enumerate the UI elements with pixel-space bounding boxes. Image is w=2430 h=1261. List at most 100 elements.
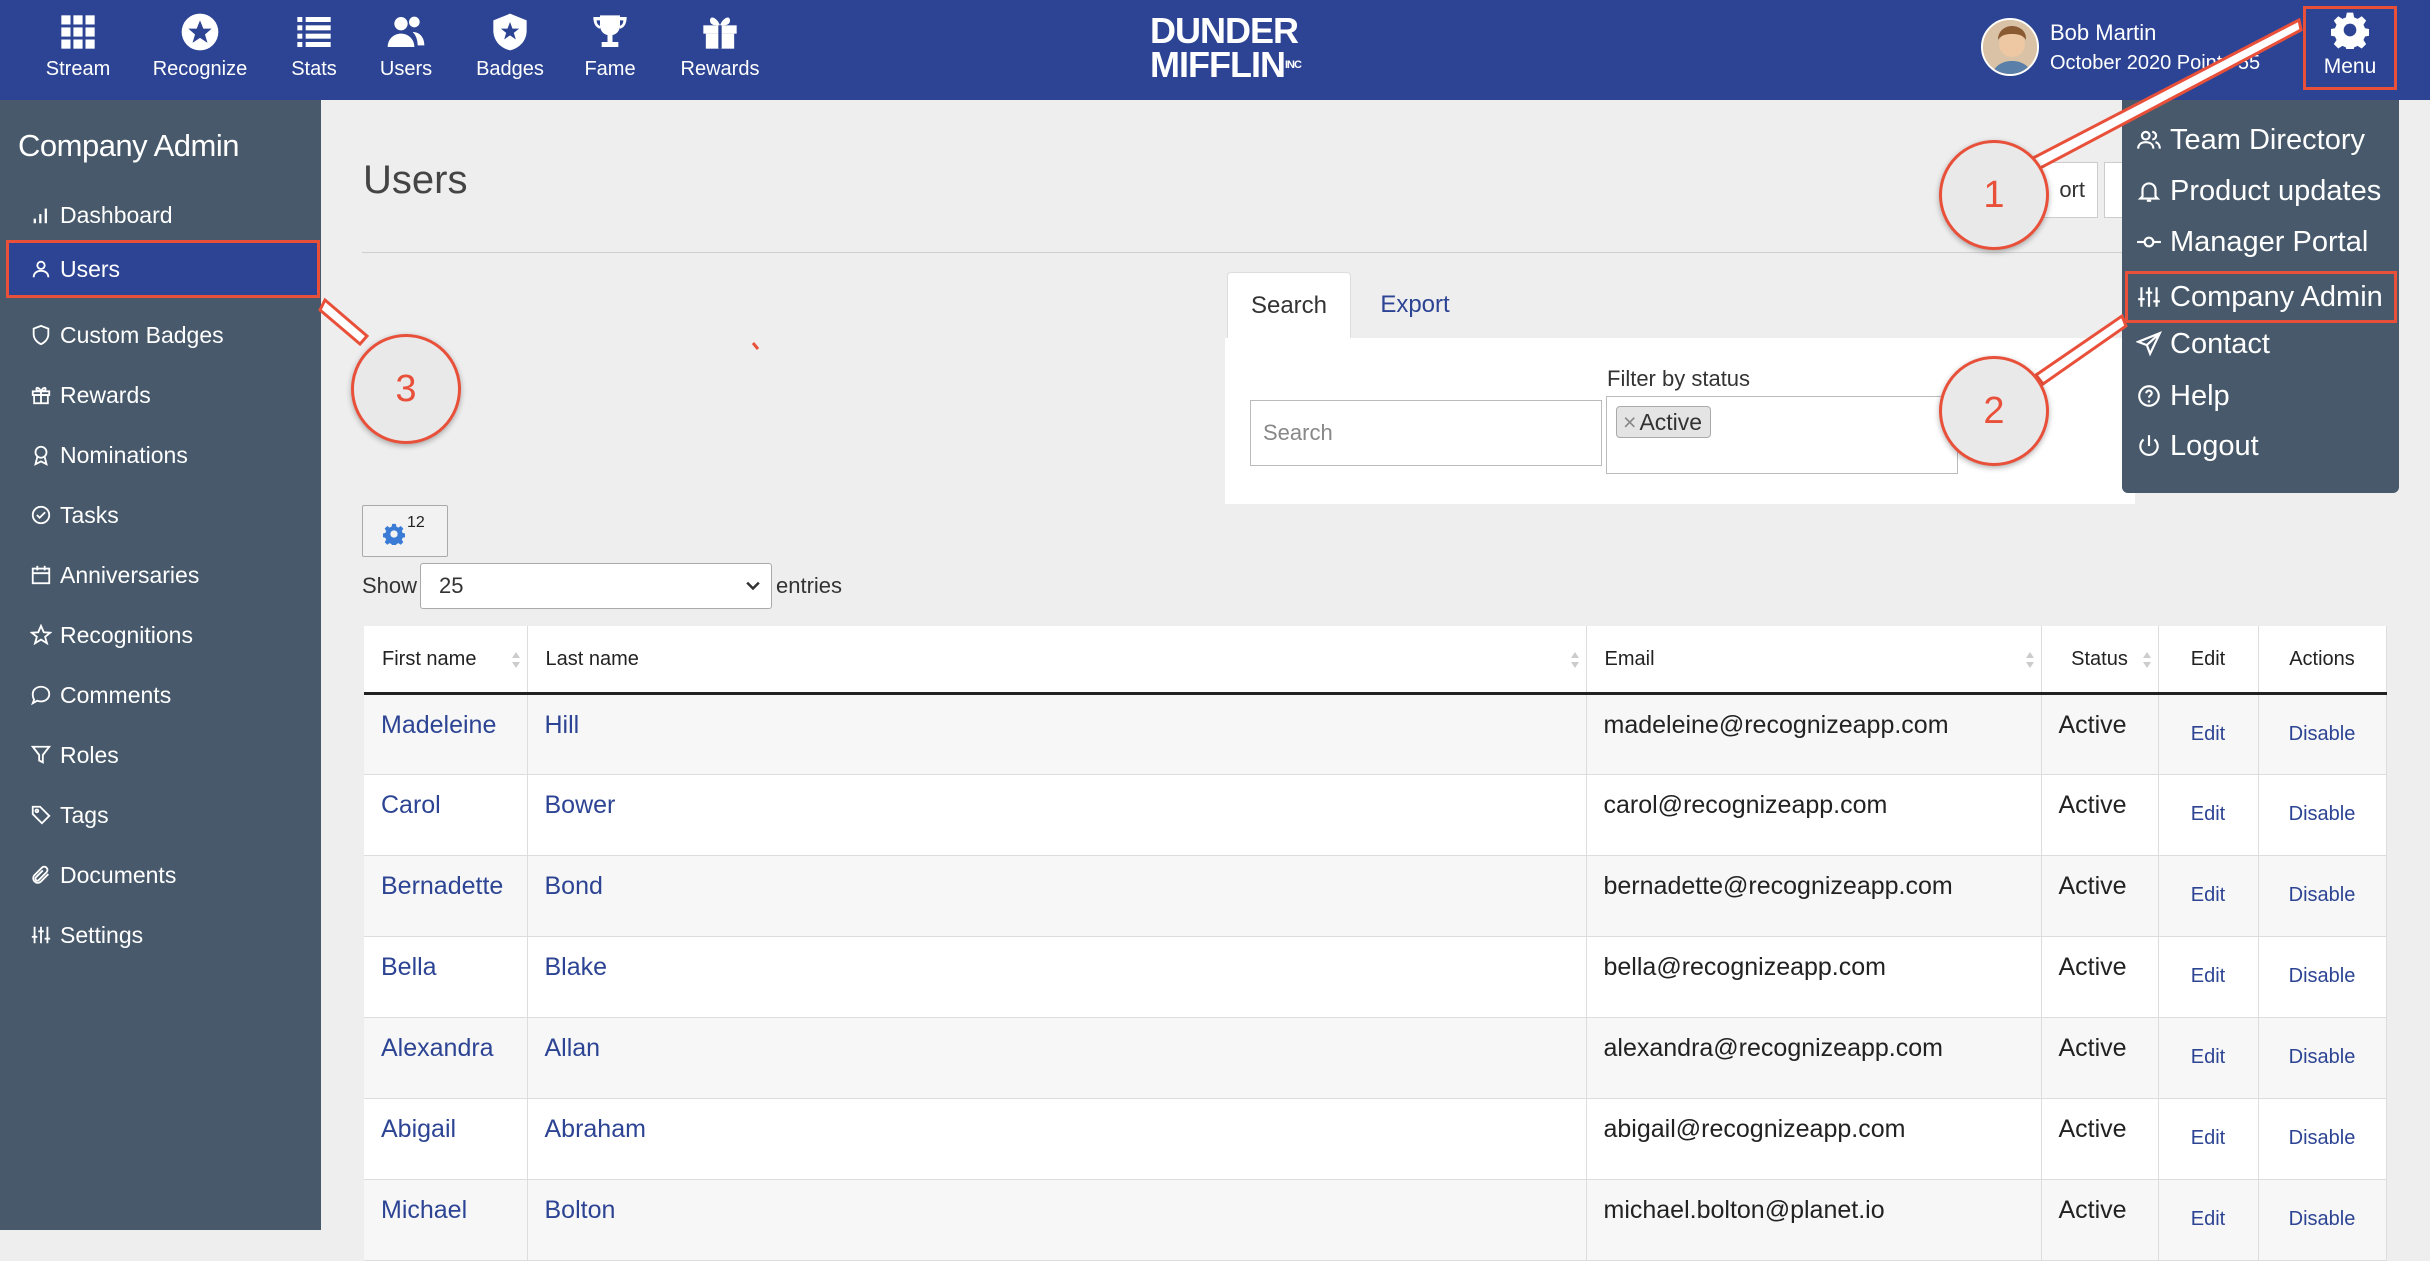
sidebar-item-documents[interactable]: Documents [6,846,320,904]
company-logo[interactable]: DUNDER MIFFLININC [1150,13,1302,83]
nav-recognize-label: Recognize [152,58,248,80]
disable-link[interactable]: Disable [2258,936,2387,1018]
header-status[interactable]: Status [2041,626,2159,695]
filter-chip-active[interactable]: × Active [1616,406,1712,438]
cell-first-name[interactable]: Alexandra [364,1017,528,1099]
edit-link[interactable]: Edit [2158,1098,2259,1180]
tab-export[interactable]: Export [1357,272,1473,338]
cell-last-name[interactable]: Allan [527,1017,1587,1099]
stray-mark [751,342,760,350]
nav-rewards[interactable]: Rewards [675,12,765,92]
cell-last-name[interactable]: Abraham [527,1098,1587,1180]
cell-last-name[interactable]: Bolton [527,1179,1587,1261]
sidebar-item-recognitions[interactable]: Recognitions [6,606,320,664]
avatar[interactable] [1981,18,2039,76]
cell-status: Active [2041,1098,2159,1180]
top-navigation-bar: Stream Recognize Stats Users Badges Fame… [0,0,2430,100]
cell-first-name[interactable]: Carol [364,774,528,856]
sidebar-item-tags[interactable]: Tags [6,786,320,844]
nav-stream[interactable]: Stream [40,12,116,92]
header-actions: Actions [2258,626,2387,695]
nav-recognize[interactable]: Recognize [150,12,250,92]
disable-link[interactable]: Disable [2258,1017,2387,1099]
menu-item-company-admin[interactable]: Company Admin [2125,271,2397,323]
edit-link[interactable]: Edit [2158,693,2259,775]
nav-badges[interactable]: Badges [470,12,550,92]
menu-button[interactable]: Menu [2303,6,2397,90]
sidebar-item-settings[interactable]: Settings [6,906,320,964]
cell-last-name[interactable]: Bower [527,774,1587,856]
sidebar-item-custom-badges[interactable]: Custom Badges [6,306,320,364]
disable-link[interactable]: Disable [2258,693,2387,775]
sidebar-item-label: Settings [60,921,144,948]
cell-first-name[interactable]: Michael [364,1179,528,1261]
cell-first-name[interactable]: Bella [364,936,528,1018]
sidebar-item-rewards[interactable]: Rewards [6,366,320,424]
edit-link[interactable]: Edit [2158,1017,2259,1099]
menu-item-label: Company Admin [2170,280,2383,313]
table-row: Madeleine Hill madeleine@recognizeapp.co… [364,693,2387,775]
power-icon [2139,435,2159,457]
header-last-name[interactable]: Last name [527,626,1587,695]
cell-email: bella@recognizeapp.com [1586,936,2042,1018]
sliders-icon [2138,287,2160,307]
edit-link[interactable]: Edit [2158,774,2259,856]
menu-item-help[interactable]: Help [2136,376,2230,416]
menu-item-label: Contact [2170,327,2270,360]
nav-users[interactable]: Users [376,12,436,92]
sidebar-item-anniversaries[interactable]: Anniversaries [6,546,320,604]
sidebar-item-comments[interactable]: Comments [6,666,320,724]
user-name[interactable]: Bob Martin [2050,20,2156,46]
menu-item-label: Help [2170,379,2230,412]
tab-search[interactable]: Search [1227,272,1351,338]
menu-item-product-updates[interactable]: Product updates [2136,171,2381,211]
edit-link[interactable]: Edit [2158,936,2259,1018]
menu-item-label: Team Directory [2170,123,2365,156]
gift-icon [703,17,737,49]
header-email[interactable]: Email [1586,626,2042,695]
edit-link[interactable]: Edit [2158,855,2259,937]
cell-status: Active [2041,936,2159,1018]
cell-email: madeleine@recognizeapp.com [1586,693,2042,775]
user-icon [32,260,50,278]
menu-item-contact[interactable]: Contact [2136,324,2270,364]
edit-link[interactable]: Edit [2158,1179,2259,1261]
disable-link[interactable]: Disable [2258,855,2387,937]
page-size-select[interactable]: 25 [420,563,772,609]
menu-item-logout[interactable]: Logout [2136,426,2259,466]
sidebar-item-label: Dashboard [60,201,173,228]
grid-icon [61,15,95,49]
cell-first-name[interactable]: Bernadette [364,855,528,937]
menu-item-manager-portal[interactable]: Manager Portal [2136,222,2368,262]
paperclip-icon [32,865,49,884]
search-input[interactable] [1250,400,1602,466]
disable-link[interactable]: Disable [2258,774,2387,856]
header-label: Status [2071,647,2128,670]
sidebar-item-dashboard[interactable]: Dashboard [6,186,320,244]
cell-first-name[interactable]: Abigail [364,1098,528,1180]
sidebar-item-users[interactable]: Users [6,240,320,298]
star-badge-icon [181,13,219,51]
user-points: October 2020 Points 55 [2050,52,2261,74]
cell-last-name[interactable]: Bond [527,855,1587,937]
cell-last-name[interactable]: Blake [527,936,1587,1018]
chip-remove-icon[interactable]: × [1623,409,1636,436]
nav-badges-label: Badges [476,58,544,80]
disable-link[interactable]: Disable [2258,1098,2387,1180]
question-circle-icon [2138,385,2160,407]
cell-last-name[interactable]: Hill [527,693,1587,775]
table-row: Carol Bower carol@recognizeapp.com Activ… [364,774,2387,856]
column-settings-button[interactable]: 12 [362,505,448,557]
sidebar-item-roles[interactable]: Roles [6,726,320,784]
nav-fame[interactable]: Fame [580,12,640,92]
sidebar-item-tasks[interactable]: Tasks [6,486,320,544]
nav-stats[interactable]: Stats [284,12,344,92]
list-icon [297,17,331,47]
header-first-name[interactable]: First name [364,626,528,695]
sidebar-item-nominations[interactable]: Nominations [6,426,320,484]
menu-item-team-directory[interactable]: Team Directory [2136,120,2365,160]
calendar-icon [31,565,51,585]
gear-icon [2331,12,2369,49]
disable-link[interactable]: Disable [2258,1179,2387,1261]
cell-first-name[interactable]: Madeleine [364,693,528,775]
